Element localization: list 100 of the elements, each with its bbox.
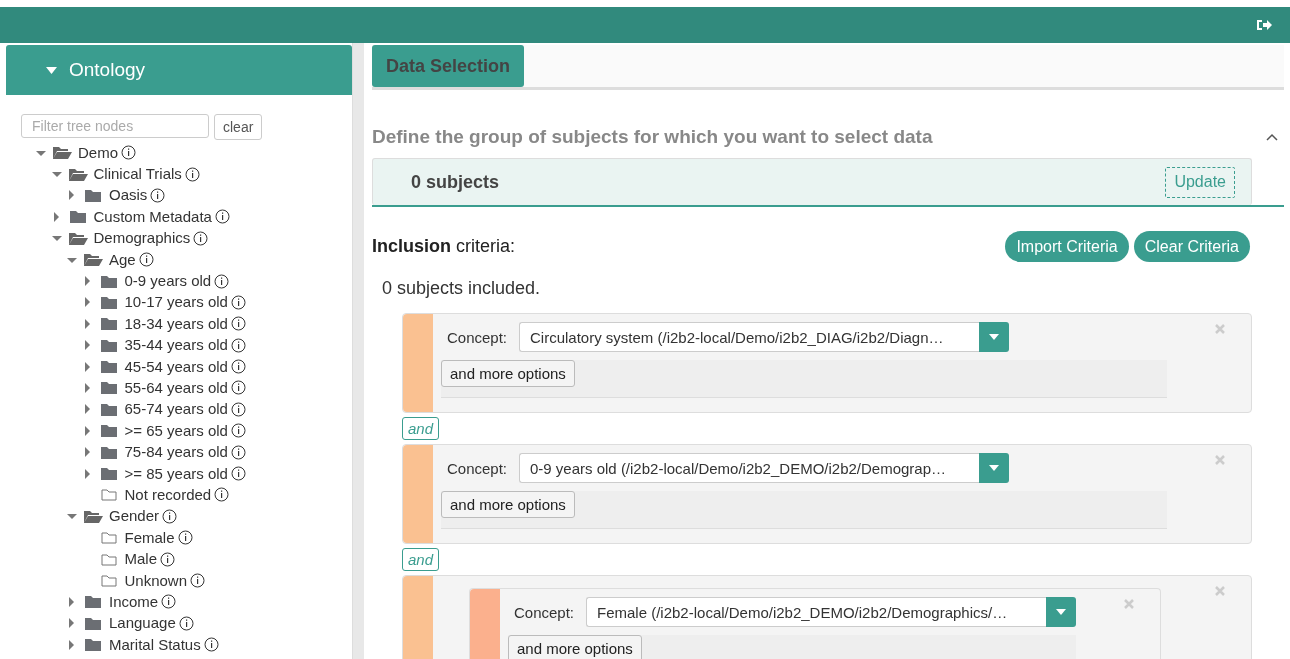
included-count: 0 subjects included.: [381, 278, 542, 299]
tree-node-label[interactable]: Oasis: [109, 187, 148, 204]
info-icon[interactable]: [121, 145, 136, 161]
dropdown-button[interactable]: [979, 322, 1009, 352]
info-icon[interactable]: [230, 466, 246, 482]
sign-out-icon[interactable]: [1256, 18, 1272, 32]
expand-toggle[interactable]: [67, 596, 77, 607]
info-icon[interactable]: [138, 252, 154, 268]
info-icon[interactable]: [230, 337, 246, 353]
concept-select[interactable]: Female (/i2b2-local/Demo/i2b2_DEMO/i2b2/Demographics/…: [586, 597, 1046, 627]
folder-open-icon: [67, 230, 88, 246]
info-icon[interactable]: [230, 316, 246, 332]
expand-toggle[interactable]: [67, 639, 77, 650]
tree-node-label[interactable]: 45-54 years old: [124, 358, 228, 375]
folder-open-icon: [52, 145, 72, 161]
tree-node-label[interactable]: Custom Metadata: [93, 208, 212, 225]
expand-toggle[interactable]: [82, 383, 93, 393]
tree-node-label[interactable]: 0-9 years old: [124, 273, 212, 290]
expand-toggle[interactable]: [51, 211, 62, 222]
tree-node-label[interactable]: >= 65 years old: [124, 422, 228, 439]
info-icon[interactable]: [193, 230, 209, 246]
folder-icon: [98, 444, 119, 460]
info-icon[interactable]: [203, 637, 219, 653]
tree-node-label[interactable]: Income: [109, 593, 159, 610]
tree-node-label[interactable]: Demographics: [93, 230, 191, 247]
tree-node-label[interactable]: 18-34 years old: [124, 315, 228, 332]
caret-icon: [989, 334, 999, 340]
folder-open-icon: [83, 252, 103, 268]
expand-toggle[interactable]: [82, 297, 93, 308]
expand-toggle[interactable]: [51, 233, 62, 244]
tree-node-label[interactable]: Unknown: [124, 572, 188, 589]
tree-node-label[interactable]: Marital Status: [109, 636, 201, 653]
tree-node-label[interactable]: >= 85 years old: [124, 465, 228, 482]
expand-toggle[interactable]: [51, 169, 62, 180]
concept-select[interactable]: Circulatory system (/i2b2-local/Demo/i2b2_DIAG/i2b2/Diagn…: [519, 322, 979, 352]
tree-node-label[interactable]: 75-84 years old: [124, 444, 228, 461]
expand-toggle[interactable]: [82, 318, 93, 329]
tree-node-label[interactable]: Male: [124, 551, 157, 568]
tree-node-label[interactable]: 10-17 years old: [124, 294, 228, 311]
more-options-button[interactable]: and more options: [440, 491, 575, 518]
folder-icon: [83, 594, 103, 610]
expand-toggle[interactable]: [82, 340, 93, 351]
info-icon[interactable]: [214, 273, 230, 289]
tree-node-label[interactable]: Female: [124, 529, 175, 546]
info-icon[interactable]: [177, 530, 193, 546]
tree-node-label[interactable]: Not recorded: [124, 486, 212, 503]
tree-node-label[interactable]: Clinical Trials: [93, 166, 182, 183]
folder-open-icon: [67, 166, 88, 182]
tree-node-label[interactable]: 35-44 years old: [124, 337, 228, 354]
clear-button[interactable]: clear: [214, 114, 263, 140]
folder-icon: [98, 316, 119, 332]
info-icon[interactable]: [230, 380, 246, 396]
info-icon[interactable]: [150, 187, 166, 203]
info-icon[interactable]: [178, 615, 194, 631]
info-icon[interactable]: [160, 551, 175, 567]
expand-toggle[interactable]: [67, 618, 77, 629]
expand-toggle[interactable]: [67, 511, 77, 522]
folder-icon: [98, 423, 119, 439]
info-icon[interactable]: [214, 487, 230, 503]
expand-toggle[interactable]: [82, 404, 93, 415]
expand-toggle[interactable]: [82, 447, 93, 458]
info-icon[interactable]: [230, 444, 246, 460]
expand-toggle[interactable]: [67, 190, 77, 201]
tree-node-label[interactable]: Language: [109, 615, 176, 632]
info-icon[interactable]: [184, 166, 200, 182]
expand-toggle[interactable]: [82, 468, 93, 479]
inclusion-label: Inclusion criteria:: [371, 236, 515, 257]
more-options-button[interactable]: and more options: [440, 360, 575, 387]
info-icon[interactable]: [161, 594, 177, 610]
folder-icon: [98, 380, 119, 396]
dropdown-button[interactable]: [979, 453, 1009, 483]
concept-label: Concept:: [513, 603, 574, 621]
caret-icon: [1056, 609, 1066, 615]
tree-node-label[interactable]: 65-74 years old: [124, 401, 228, 418]
concept-select[interactable]: 0-9 years old (/i2b2-local/Demo/i2b2_DEMO/i2b2/Demograp…: [519, 453, 979, 483]
folder-icon: [98, 359, 119, 375]
info-icon[interactable]: [230, 294, 246, 310]
concept-label: Concept:: [446, 328, 507, 346]
tree-node-label[interactable]: 55-64 years old: [124, 380, 228, 396]
more-options-button[interactable]: and more options: [507, 635, 642, 659]
folder-outline-icon: [98, 551, 119, 567]
info-icon[interactable]: [190, 573, 206, 588]
chevron-icon[interactable]: [1266, 133, 1278, 141]
tree-node-label[interactable]: Gender: [109, 508, 160, 525]
expand-toggle[interactable]: [82, 361, 93, 372]
info-icon[interactable]: [230, 423, 246, 439]
info-icon[interactable]: [214, 209, 230, 225]
info-icon[interactable]: [230, 401, 246, 417]
info-icon[interactable]: [162, 508, 178, 524]
info-icon[interactable]: [230, 359, 246, 375]
tree-node-label[interactable]: Demo: [78, 144, 118, 161]
folder-icon: [98, 401, 119, 417]
section-title: Define the group of subjects for which you want to select data: [371, 126, 933, 148]
expand-toggle[interactable]: [82, 276, 93, 287]
folder-icon: [98, 294, 119, 310]
operator-tag: and: [401, 417, 439, 440]
tree-node-label[interactable]: Age: [109, 251, 136, 268]
dropdown-button[interactable]: [1046, 597, 1076, 627]
expand-toggle[interactable]: [82, 425, 93, 436]
filter-field[interactable]: Filter tree nodes: [21, 114, 209, 138]
